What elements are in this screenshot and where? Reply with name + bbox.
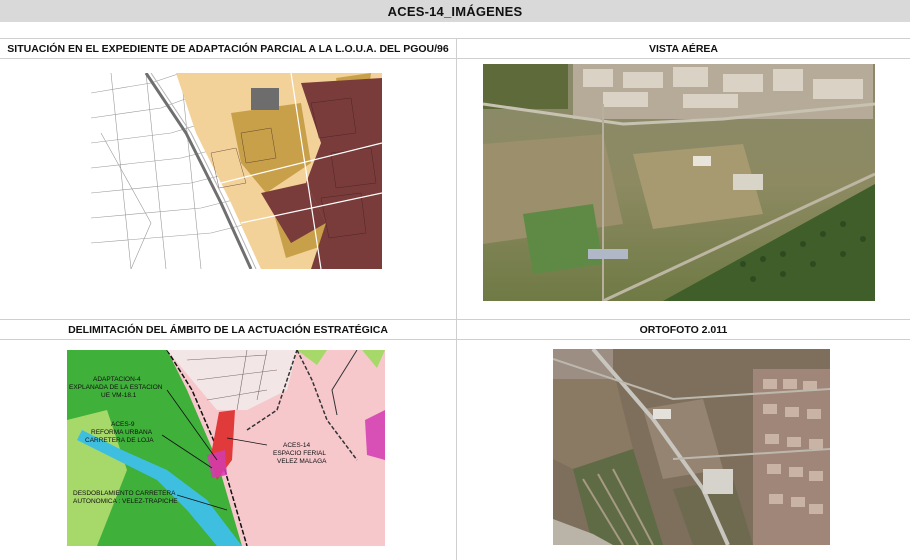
aerial-oblique-photo <box>483 64 875 301</box>
panel-heading-situacion: SITUACIÓN EN EL EXPEDIENTE DE ADAPTACIÓN… <box>7 43 449 55</box>
label-desdoblamiento-line1: DESDOBLAMIENTO CARRETERA <box>73 490 176 497</box>
label-aces9-line1: ACES-9 <box>111 421 135 428</box>
delimitation-map: ADAPTACION-4 EXPLANADA DE LA ESTACION UE… <box>67 350 385 546</box>
label-aces14-line3: VELEZ MALAGA <box>277 458 327 465</box>
label-aces9-line2: REFORMA URBANA <box>91 429 153 436</box>
label-adaptacion-line3: UE VM-18.1 <box>101 392 137 399</box>
document-title-text: ACES-14_IMÁGENES <box>387 3 523 19</box>
label-aces9-line3: CARRETERA DE LOJA <box>85 437 154 444</box>
panel-heading-vista-aerea: VISTA AÉREA <box>648 43 719 55</box>
orthophoto <box>553 349 830 545</box>
label-desdoblamiento-line2: AUTONOMICA : VELEZ-TRAPICHE <box>73 498 178 505</box>
label-aces14-line2: ESPACIO FERIAL <box>273 450 326 457</box>
label-adaptacion-line2: EXPLANADA DE LA ESTACION <box>69 384 163 391</box>
document-title: ACES-14_IMÁGENES <box>0 0 910 22</box>
grid-vertical-divider <box>456 38 457 560</box>
label-adaptacion-line1: ADAPTACION-4 <box>93 376 141 383</box>
panel-heading-delimitacion: DELIMITACIÓN DEL ÁMBITO DE LA ACTUACIÓN … <box>68 324 388 336</box>
zoning-plan-map <box>91 73 382 269</box>
label-aces14-line1: ACES-14 <box>283 442 310 449</box>
panel-heading-ortofoto: ORTOFOTO 2.011 <box>639 324 728 336</box>
